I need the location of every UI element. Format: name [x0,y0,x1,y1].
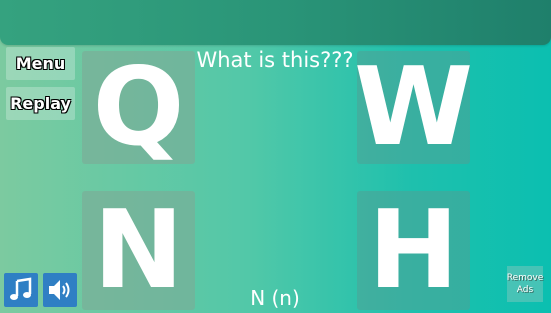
letter-tile-n-label: N [93,187,184,313]
letter-tile-n[interactable]: N [82,191,195,310]
music-note-icon [10,277,32,300]
answer-text: N (n) [250,286,300,310]
remove-ads-label: Remove Ads [506,273,544,295]
letter-tile-h[interactable]: H [357,191,470,310]
sound-toggle-button[interactable] [43,273,77,307]
remove-ads-button[interactable]: Remove Ads [507,266,543,302]
speaker-icon [49,280,70,300]
letter-tile-w[interactable]: W [353,44,474,170]
letter-tile-w-label: W [353,44,474,170]
replay-button-label: Replay [10,94,71,113]
letter-tile-h-label: H [368,187,459,313]
top-bar [0,0,551,45]
replay-button[interactable]: Replay [6,87,75,120]
music-toggle-button[interactable] [4,273,38,307]
letter-tile-q[interactable]: Q [82,51,195,164]
menu-button[interactable]: Menu [6,47,75,80]
question-text: What is this??? [196,48,354,72]
letter-tile-q-label: Q [92,44,185,170]
menu-button-label: Menu [15,54,66,73]
